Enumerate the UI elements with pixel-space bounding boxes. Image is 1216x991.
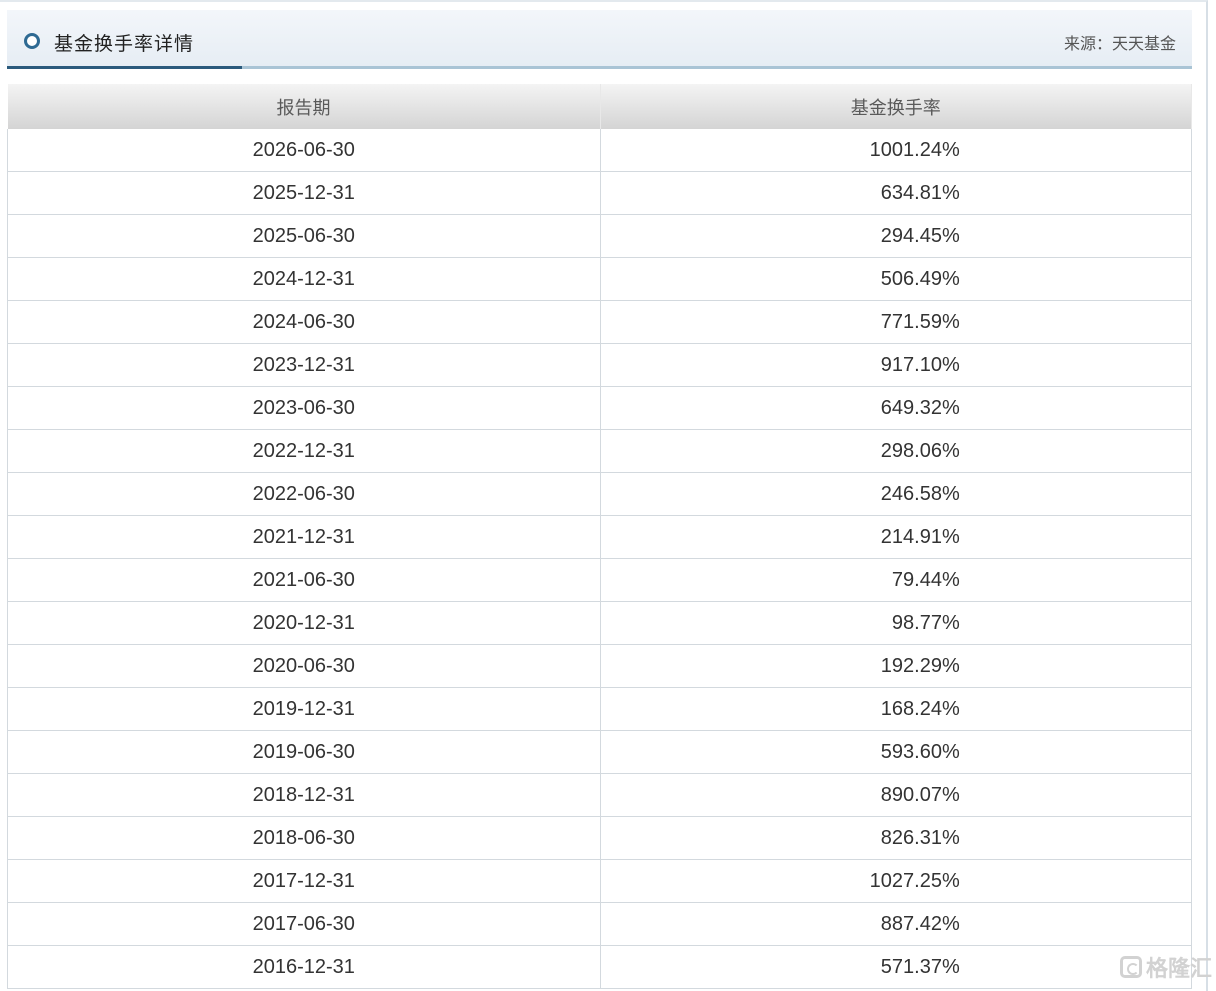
table-row: 2024-06-30 771.59% bbox=[7, 300, 1192, 344]
table-row: 2018-12-31 890.07% bbox=[7, 773, 1192, 817]
rate-value: 634.81% bbox=[880, 181, 960, 204]
period-cell: 2026-06-30 bbox=[7, 129, 601, 172]
table-row: 2023-12-31 917.10% bbox=[7, 343, 1192, 387]
rate-cell: 294.45% bbox=[599, 214, 1192, 258]
rate-cell: 192.29% bbox=[599, 644, 1192, 688]
table-row: 2020-06-30 192.29% bbox=[7, 644, 1192, 688]
table-row: 2022-06-30 246.58% bbox=[7, 472, 1192, 516]
column-header-period: 报告期 bbox=[7, 84, 601, 129]
table-row: 2016-12-31 571.37% bbox=[7, 945, 1192, 989]
table-body: 2026-06-30 1001.24% 2025-12-31 634.81% 2025-… bbox=[7, 129, 1192, 989]
turnover-table: 报告期 基金换手率 2026-06-30 1001.24% 2025-12-31 63… bbox=[7, 84, 1192, 989]
rate-value: 571.37% bbox=[880, 955, 960, 978]
rate-value: 771.59% bbox=[880, 310, 960, 333]
period-cell: 2018-06-30 bbox=[7, 816, 601, 860]
rate-value: 649.32% bbox=[880, 396, 960, 419]
rate-value: 294.45% bbox=[880, 224, 960, 247]
period-cell: 2019-12-31 bbox=[7, 687, 601, 731]
rate-cell: 890.07% bbox=[599, 773, 1192, 817]
rate-value: 168.24% bbox=[880, 697, 960, 720]
rate-value: 214.91% bbox=[880, 525, 960, 548]
rate-cell: 1001.24% bbox=[599, 129, 1192, 172]
rate-cell: 917.10% bbox=[599, 343, 1192, 387]
rate-cell: 168.24% bbox=[599, 687, 1192, 731]
table-row: 2021-06-30 79.44% bbox=[7, 558, 1192, 602]
rate-value: 890.07% bbox=[880, 783, 960, 806]
rate-value: 506.49% bbox=[880, 267, 960, 290]
period-cell: 2022-06-30 bbox=[7, 472, 601, 516]
rate-value: 246.58% bbox=[880, 482, 960, 505]
rate-cell: 771.59% bbox=[599, 300, 1192, 344]
rate-cell: 98.77% bbox=[599, 601, 1192, 645]
table-row: 2018-06-30 826.31% bbox=[7, 816, 1192, 860]
table-header-row: 报告期 基金换手率 bbox=[7, 84, 1192, 129]
period-cell: 2023-12-31 bbox=[7, 343, 601, 387]
period-cell: 2017-06-30 bbox=[7, 902, 601, 946]
rate-cell: 593.60% bbox=[599, 730, 1192, 774]
period-cell: 2017-12-31 bbox=[7, 859, 601, 903]
table-row: 2019-12-31 168.24% bbox=[7, 687, 1192, 731]
rate-value: 1001.24% bbox=[869, 138, 960, 161]
rate-cell: 649.32% bbox=[599, 386, 1192, 430]
rate-value: 917.10% bbox=[880, 353, 960, 376]
table-row: 2025-12-31 634.81% bbox=[7, 171, 1192, 215]
period-cell: 2018-12-31 bbox=[7, 773, 601, 817]
period-cell: 2025-06-30 bbox=[7, 214, 601, 258]
watermark-text: 格隆汇 bbox=[1145, 956, 1212, 981]
header-accent-bar bbox=[7, 66, 242, 69]
period-cell: 2024-12-31 bbox=[7, 257, 601, 301]
source-label: 来源：天天基金 bbox=[1063, 34, 1176, 53]
table-row: 2021-12-31 214.91% bbox=[7, 515, 1192, 559]
rate-value: 79.44% bbox=[891, 568, 960, 591]
period-cell: 2024-06-30 bbox=[7, 300, 601, 344]
rate-cell: 1027.25% bbox=[599, 859, 1192, 903]
rate-cell: 887.42% bbox=[599, 902, 1192, 946]
table-row: 2023-06-30 649.32% bbox=[7, 386, 1192, 430]
period-cell: 2023-06-30 bbox=[7, 386, 601, 430]
rate-cell: 634.81% bbox=[599, 171, 1192, 215]
table-row: 2017-06-30 887.42% bbox=[7, 902, 1192, 946]
period-cell: 2021-12-31 bbox=[7, 515, 601, 559]
rate-cell: 571.37% bbox=[599, 945, 1192, 989]
period-cell: 2020-12-31 bbox=[7, 601, 601, 645]
table-row: 2022-12-31 298.06% bbox=[7, 429, 1192, 473]
period-cell: 2019-06-30 bbox=[7, 730, 601, 774]
table-row: 2020-12-31 98.77% bbox=[7, 601, 1192, 645]
table-row: 2017-12-31 1027.25% bbox=[7, 859, 1192, 903]
rate-cell: 214.91% bbox=[599, 515, 1192, 559]
rate-cell: 79.44% bbox=[599, 558, 1192, 602]
rate-value: 1027.25% bbox=[869, 869, 960, 892]
period-cell: 2021-06-30 bbox=[7, 558, 601, 602]
watermark: 格隆汇 bbox=[1119, 951, 1212, 983]
circle-bullet-icon bbox=[24, 33, 40, 49]
period-cell: 2022-12-31 bbox=[7, 429, 601, 473]
rate-cell: 826.31% bbox=[599, 816, 1192, 860]
period-cell: 2020-06-30 bbox=[7, 644, 601, 688]
watermark-logo-icon bbox=[1119, 956, 1142, 978]
period-cell: 2016-12-31 bbox=[7, 945, 601, 989]
rate-cell: 246.58% bbox=[599, 472, 1192, 516]
rate-cell: 506.49% bbox=[599, 257, 1192, 301]
rate-value: 192.29% bbox=[880, 654, 960, 677]
rate-value: 298.06% bbox=[880, 439, 960, 462]
table-row: 2026-06-30 1001.24% bbox=[7, 129, 1192, 172]
panel-header: 基金换手率详情 来源：天天基金 bbox=[7, 10, 1192, 69]
period-cell: 2025-12-31 bbox=[7, 171, 601, 215]
table-row: 2024-12-31 506.49% bbox=[7, 257, 1192, 301]
table-row: 2025-06-30 294.45% bbox=[7, 214, 1192, 258]
rate-value: 593.60% bbox=[880, 740, 960, 763]
rate-value: 98.77% bbox=[891, 611, 960, 634]
rate-value: 826.31% bbox=[880, 826, 960, 849]
table-row: 2019-06-30 593.60% bbox=[7, 730, 1192, 774]
panel-title: 基金换手率详情 bbox=[54, 33, 195, 55]
rate-value: 887.42% bbox=[880, 912, 960, 935]
column-header-rate: 基金换手率 bbox=[600, 84, 1192, 129]
rate-cell: 298.06% bbox=[599, 429, 1192, 473]
